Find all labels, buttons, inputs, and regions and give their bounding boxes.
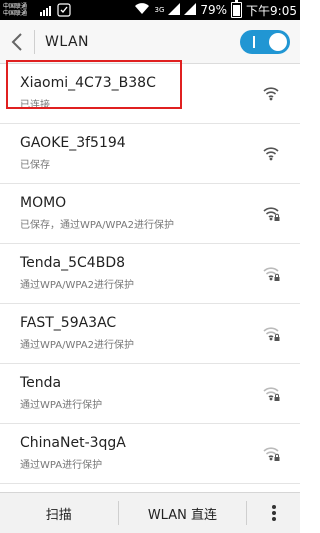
- app-bar: WLAN: [0, 20, 300, 64]
- wifi-lock-icon: [262, 266, 280, 282]
- network-name: FAST_59A3AC: [20, 315, 117, 331]
- network-name: GAOKE_3f5194: [20, 135, 126, 151]
- cell-signal-icon: [168, 2, 181, 18]
- network-name: Tenda_5C4BD8: [20, 255, 126, 271]
- wlan-direct-button[interactable]: WLAN 直连: [119, 493, 247, 533]
- bottom-bar: 扫描 WLAN 直连: [0, 492, 300, 533]
- network-row[interactable]: ChinaNet-3qgA 通过WPA进行保护: [0, 424, 300, 484]
- back-button[interactable]: [0, 20, 34, 64]
- network-status: 通过WPA/WPA2进行保护: [20, 280, 134, 291]
- wifi-lock-icon: [262, 446, 280, 462]
- network-type-label: 3G: [154, 6, 165, 14]
- shield-icon: [57, 3, 71, 17]
- network-row[interactable]: Tenda_5C4BD8 通过WPA/WPA2进行保护: [0, 244, 300, 304]
- network-row[interactable]: Tenda 通过WPA进行保护: [0, 364, 300, 424]
- battery-percent: 79%: [200, 3, 228, 17]
- network-row[interactable]: GAOKE_3f5194 已保存: [0, 124, 300, 184]
- carrier-info: 中国联通 中国联通: [3, 3, 37, 17]
- network-row[interactable]: Xiaomi_4C73_B38C 已连接: [0, 64, 300, 124]
- wifi-status-icon: [134, 2, 150, 18]
- status-bar: 中国联通 中国联通 3G 79% 下午9:05: [0, 0, 300, 20]
- more-vert-icon[interactable]: [247, 493, 300, 533]
- wlan-toggle[interactable]: [240, 29, 290, 54]
- wifi-lock-icon: [262, 206, 280, 222]
- network-list: Xiaomi_4C73_B38C 已连接 GAOKE_3f5194 已保存 MOMO 已保…: [0, 64, 300, 533]
- network-status: 通过WPA进行保护: [20, 400, 103, 411]
- network-status: 已保存，通过WPA/WPA2进行保护: [20, 220, 174, 231]
- battery-icon: [231, 0, 243, 18]
- network-name: Xiaomi_4C73_B38C: [20, 75, 156, 91]
- network-status: 已保存: [20, 160, 50, 171]
- network-row[interactable]: MOMO 已保存，通过WPA/WPA2进行保护: [0, 184, 300, 244]
- cell-signal-icon-2: [184, 2, 197, 18]
- app-bar-divider: [34, 29, 35, 54]
- toggle-on-mark: [253, 35, 255, 48]
- wifi-lock-icon: [262, 386, 280, 402]
- network-name: ChinaNet-3qgA: [20, 435, 126, 451]
- wifi-lock-icon: [262, 326, 280, 342]
- page-title: WLAN: [45, 33, 90, 50]
- carrier-label-2: 中国联通: [3, 10, 28, 17]
- wifi-icon: [262, 86, 280, 102]
- network-name: Tenda: [20, 375, 62, 391]
- network-status: 通过WPA进行保护: [20, 460, 103, 471]
- network-row[interactable]: FAST_59A3AC 通过WPA/WPA2进行保护: [0, 304, 300, 364]
- signal-bars-icon: [40, 4, 54, 16]
- toggle-knob: [269, 32, 287, 51]
- network-status: 已连接: [20, 100, 50, 111]
- scan-button[interactable]: 扫描: [0, 493, 118, 533]
- back-arrow-icon: [11, 32, 22, 51]
- carrier-label-1: 中国联通: [3, 3, 28, 10]
- wifi-icon: [262, 146, 280, 162]
- network-name: MOMO: [20, 195, 67, 211]
- network-status: 通过WPA/WPA2进行保护: [20, 340, 134, 351]
- status-time: 下午9:05: [246, 3, 297, 18]
